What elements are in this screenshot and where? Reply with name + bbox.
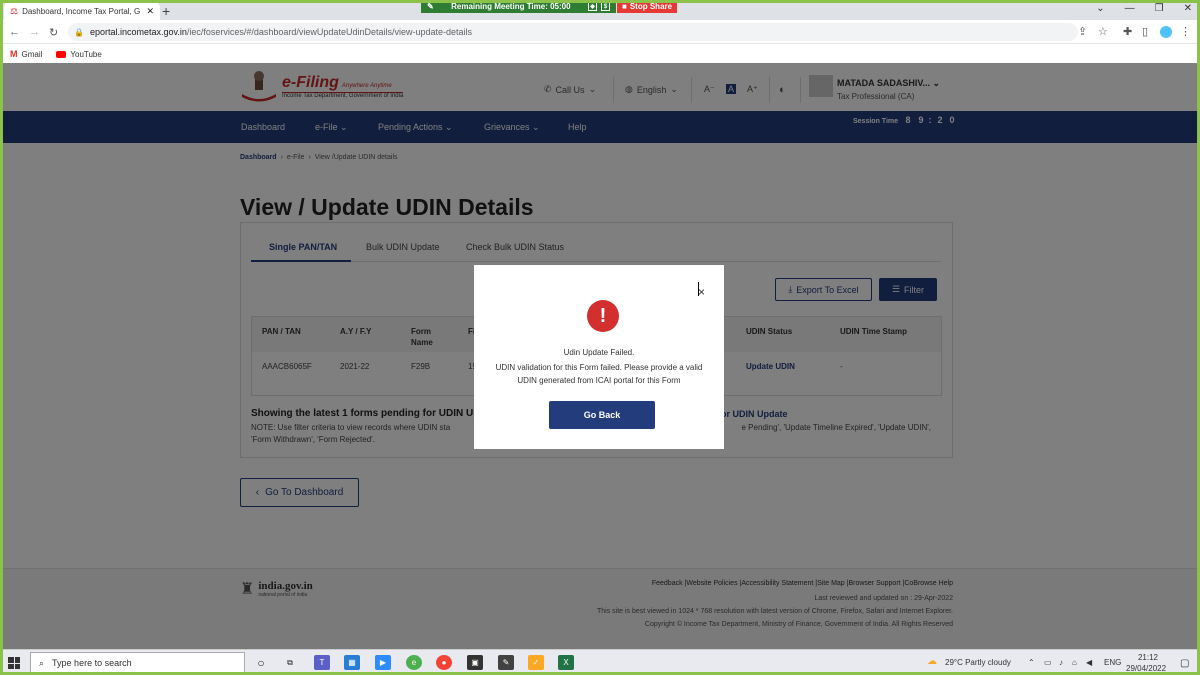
clock-time[interactable]: 21:12	[1133, 653, 1163, 662]
sidebar-icon[interactable]: ▯	[1142, 25, 1148, 38]
browser-tab[interactable]: ⚖ Dashboard, Income Tax Portal, G ✕	[4, 2, 160, 20]
edge-icon[interactable]: e	[406, 655, 422, 670]
app-icon[interactable]: ▣	[467, 655, 483, 670]
url-path: /iec/foservices/#/dashboard/viewUpdateUd…	[186, 27, 473, 37]
stop-share-button[interactable]: ■ Stop Share	[617, 0, 678, 13]
taskbar-search-input[interactable]: ⌕ Type here to search	[30, 652, 245, 674]
search-icon: ⌕	[39, 657, 45, 668]
bookmark-label: YouTube	[70, 49, 102, 59]
task-view-icon[interactable]: ⧉	[282, 655, 298, 670]
volume-icon[interactable]: ◀	[1086, 658, 1092, 667]
url-host: eportal.incometax.gov.in	[89, 27, 187, 37]
go-back-button[interactable]: Go Back	[549, 401, 655, 429]
bookmark-label: Gmail	[21, 49, 43, 59]
browser-tab-bar: ⚖ Dashboard, Income Tax Portal, G ✕ + ✎ …	[0, 0, 1200, 20]
excel-icon[interactable]: X	[558, 655, 574, 670]
meeting-icon: ✎	[427, 2, 434, 11]
clock-date[interactable]: 29/04/2022	[1126, 664, 1166, 673]
minimize-icon[interactable]: —	[1125, 3, 1135, 14]
cortana-icon[interactable]: ○	[253, 655, 269, 670]
search-placeholder: Type here to search	[52, 658, 132, 668]
youtube-icon	[56, 50, 67, 58]
tab-title: Dashboard, Income Tax Portal, G	[22, 6, 141, 16]
star-icon[interactable]: ☆	[1098, 25, 1108, 38]
meeting-timer-text: Remaining Meeting Time: 05:00	[451, 2, 571, 11]
menu-icon[interactable]: ⋮	[1180, 25, 1191, 38]
microphone-icon[interactable]: ♪	[1059, 658, 1063, 667]
meeting-timer: ✎ Remaining Meeting Time: 05:00 ◆ $	[421, 0, 616, 13]
shield-icon[interactable]: ◆	[588, 2, 597, 11]
tasks-icon[interactable]: ✓	[528, 655, 544, 670]
new-tab-button[interactable]: +	[162, 3, 170, 19]
reload-icon[interactable]: ↻	[49, 26, 58, 39]
share-icon[interactable]: ⇪	[1078, 25, 1087, 38]
dialog-message: UDIN validation for this Form failed. Pl…	[495, 363, 703, 385]
error-dialog: × ! Udin Update Failed. UDIN validation …	[474, 265, 724, 449]
back-icon[interactable]: ←	[9, 26, 20, 38]
close-icon[interactable]: ×	[698, 285, 705, 299]
forward-icon[interactable]: →	[29, 26, 40, 38]
language-indicator[interactable]: ENG	[1104, 658, 1121, 667]
address-bar: ← → ↻ 🔒 eportal.incometax.gov.in/iec/fos…	[0, 20, 1200, 44]
extensions-icon[interactable]: ✚	[1123, 25, 1132, 38]
stop-share-label: Stop Share	[629, 2, 673, 11]
lock-icon: 🔒	[74, 27, 84, 37]
store-icon[interactable]: ▦	[344, 655, 360, 670]
dollar-icon[interactable]: $	[601, 2, 610, 11]
bookmarks-bar: M Gmail YouTube	[0, 45, 1200, 63]
windows-start-icon[interactable]	[8, 657, 20, 669]
network-icon[interactable]: ⌂	[1072, 658, 1077, 667]
dialog-title: Udin Update Failed.	[563, 348, 635, 357]
weather-icon: ☁	[927, 656, 937, 667]
favicon-icon: ⚖	[10, 5, 19, 16]
stop-icon: ■	[622, 2, 627, 11]
bookmark-gmail[interactable]: M Gmail	[10, 49, 42, 59]
url-field[interactable]: 🔒 eportal.incometax.gov.in/iec/foservice…	[68, 23, 1078, 41]
profile-icon[interactable]	[1160, 26, 1172, 38]
close-window-icon[interactable]: ✕	[1184, 3, 1192, 14]
chevron-up-icon[interactable]: ⌃	[1028, 658, 1035, 667]
restore-icon[interactable]: ❐	[1155, 3, 1164, 14]
error-icon: !	[587, 300, 619, 332]
battery-icon[interactable]: ▭	[1044, 658, 1052, 667]
close-tab-icon[interactable]: ✕	[146, 6, 154, 17]
teams-icon[interactable]: T	[314, 655, 330, 670]
gmail-icon: M	[10, 49, 18, 59]
taskbar: ⌕ Type here to search ○ ⧉ T ▦ ▶ e ● ▣ ✎ ✓…	[0, 649, 1200, 675]
chrome-icon[interactable]: ●	[436, 655, 452, 674]
zoom-icon[interactable]: ▶	[375, 655, 391, 670]
notifications-icon[interactable]: ▢	[1180, 658, 1189, 669]
notes-icon[interactable]: ✎	[498, 655, 514, 670]
bookmark-youtube[interactable]: YouTube	[56, 49, 102, 59]
weather-text[interactable]: 29°C Partly cloudy	[945, 658, 1011, 667]
tab-search-icon[interactable]: ⌄	[1096, 3, 1104, 14]
